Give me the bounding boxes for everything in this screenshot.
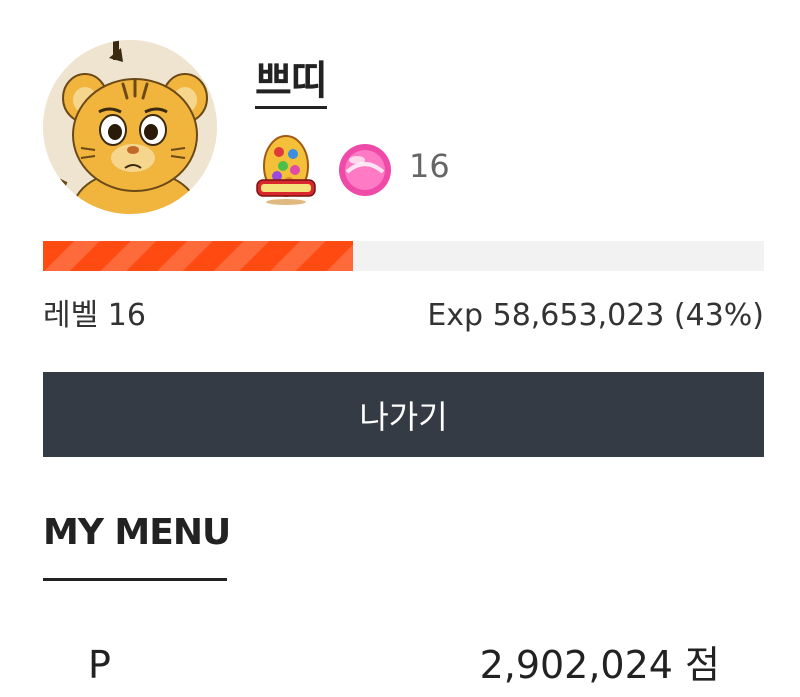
exp-progress-fill (43, 241, 354, 271)
my-menu-underline (43, 578, 227, 581)
badge-level-count: 16 (409, 147, 450, 185)
exp-progress-bar (43, 241, 764, 271)
candy-badge-icon (339, 144, 391, 196)
logout-button[interactable]: 나가기 (43, 372, 764, 457)
my-menu-title: MY MENU (43, 512, 231, 553)
avatar[interactable] (43, 40, 217, 214)
points-row[interactable]: P 2,902,024 점 (88, 640, 720, 690)
points-value: 2,902,024 점 (479, 643, 720, 687)
easter-egg-badge-icon (256, 135, 316, 205)
username: 쁘띠 (255, 56, 328, 109)
level-label: 레벨 16 (43, 298, 146, 333)
exp-label: Exp 58,653,023 (43%) (427, 298, 764, 333)
tiger-cub-avatar-icon (43, 40, 217, 214)
profile-page: 쁘띠 16 레벨 16 Exp 58,653,023 (43%) 나가기 MY … (0, 0, 800, 697)
points-label: P (88, 643, 111, 687)
